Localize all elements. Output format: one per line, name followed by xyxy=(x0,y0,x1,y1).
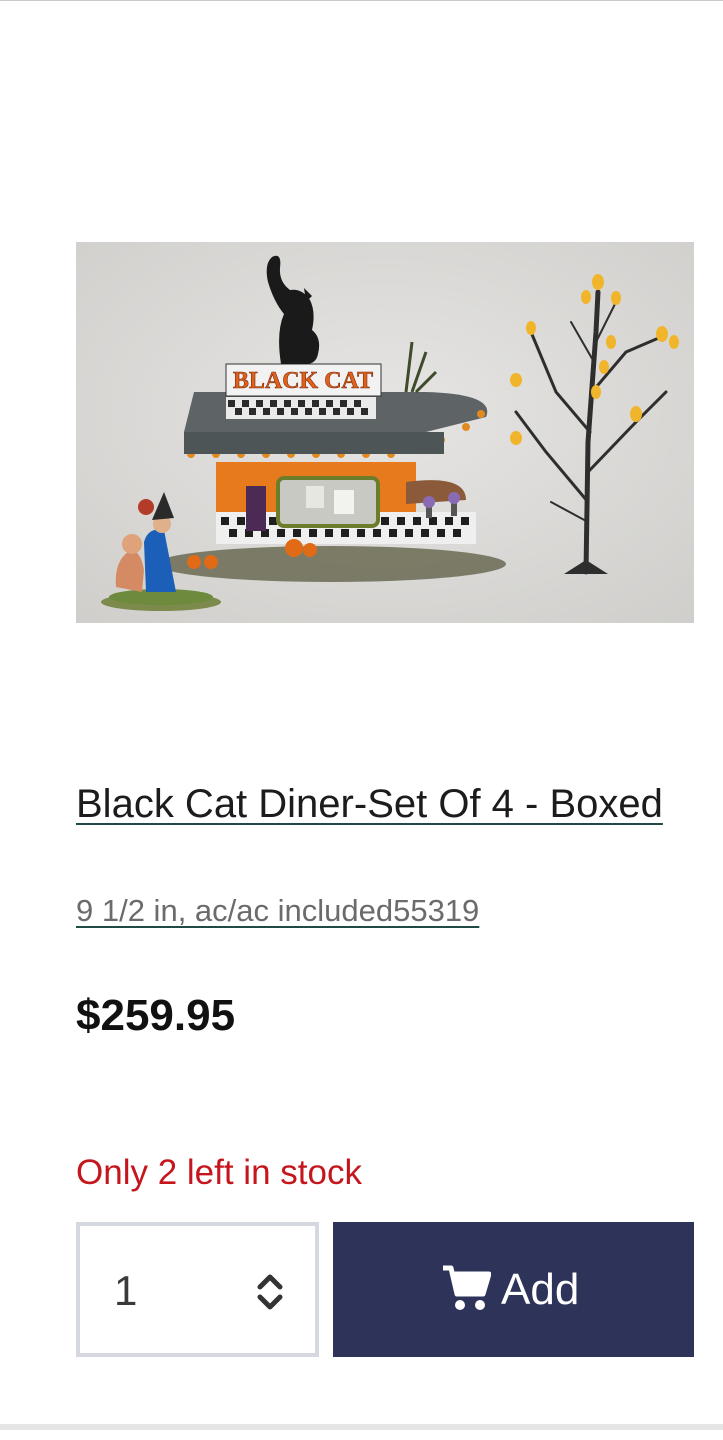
quantity-value: 1 xyxy=(114,1267,138,1314)
product-title-link[interactable]: Black Cat Diner-Set Of 4 - Boxed xyxy=(76,778,676,830)
stock-message: Only 2 left in stock xyxy=(76,1153,362,1192)
product-page: BLACK CAT Black Cat Diner-Set Of 4 - Box… xyxy=(0,0,723,1440)
quantity-selector[interactable]: 1 xyxy=(76,1222,319,1357)
product-subtitle-link[interactable]: 9 1/2 in, ac/ac included55319 xyxy=(76,891,676,931)
chevron-updown-icon[interactable] xyxy=(250,1270,290,1314)
top-divider xyxy=(0,0,723,1)
cart-icon xyxy=(443,1265,491,1310)
bottom-divider xyxy=(0,1424,723,1430)
product-price: $259.95 xyxy=(76,991,236,1040)
add-button-label: Add xyxy=(501,1265,580,1314)
add-to-cart-button[interactable]: Add xyxy=(333,1222,694,1357)
product-illustration: BLACK CAT xyxy=(76,242,694,623)
product-image[interactable]: BLACK CAT xyxy=(76,242,694,623)
sign-text: BLACK CAT xyxy=(233,368,373,394)
